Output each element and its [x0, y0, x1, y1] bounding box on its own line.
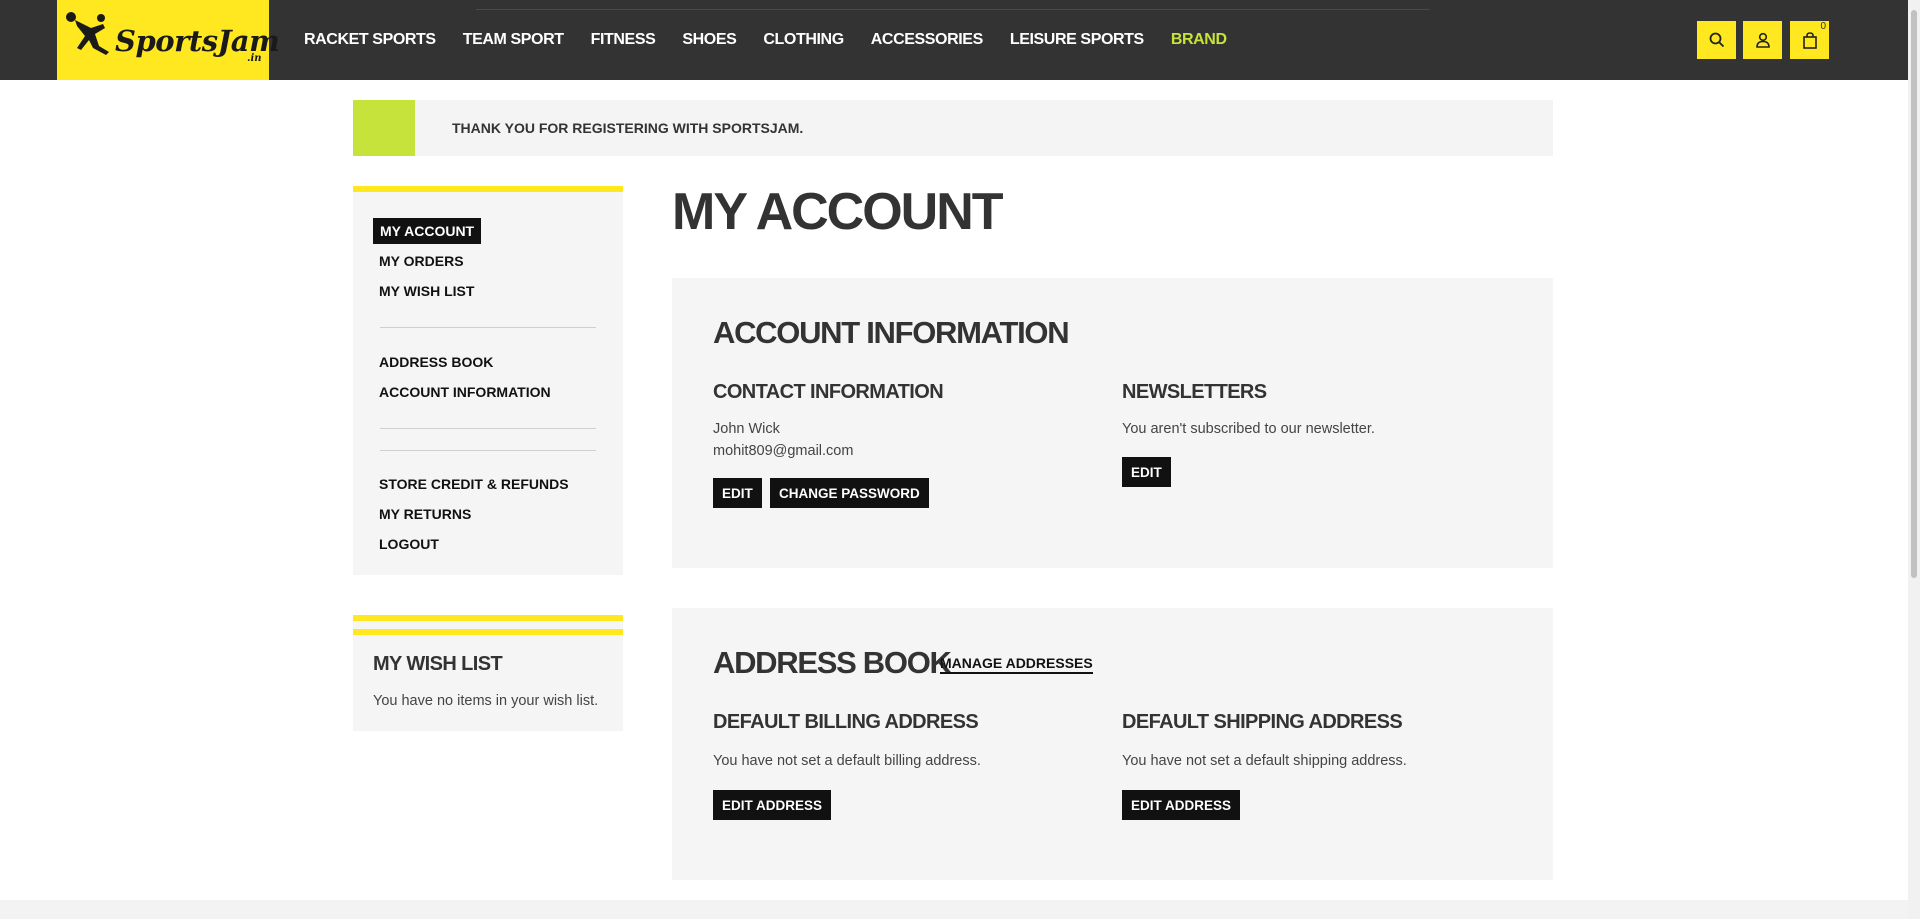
wishlist-widget: MY WISH LIST You have no items in your w… [353, 615, 623, 731]
account-sidebar: MY ACCOUNT MY ORDERS MY WISH LIST ADDRES… [353, 186, 623, 575]
nav-shoes[interactable]: SHOES [682, 31, 736, 49]
site-header: SportsJam .in RACKET SPORTS TEAM SPORT F… [0, 0, 1908, 80]
contact-email: mohit809@gmail.com [713, 443, 854, 459]
account-information-title: ACCOUNT INFORMATION [713, 315, 1070, 350]
sidebar-item-my-account[interactable]: MY ACCOUNT [373, 218, 482, 244]
page-title: MY ACCOUNT [672, 183, 1004, 241]
account-information-panel: ACCOUNT INFORMATION CONTACT INFORMATION … [672, 278, 1553, 568]
footer-strip [0, 900, 1908, 919]
wishlist-accent-stripe [353, 629, 623, 635]
newsletter-status-text: You aren't subscribed to our newsletter. [1122, 421, 1375, 437]
shipping-address-text: You have not set a default shipping addr… [1122, 753, 1407, 769]
edit-shipping-address-button[interactable]: EDIT ADDRESS [1122, 790, 1241, 820]
sidebar-item-address-book[interactable]: ADDRESS BOOK [379, 354, 493, 370]
page-scrollbar[interactable] [1908, 0, 1920, 919]
sidebar-item-my-wish-list[interactable]: MY WISH LIST [379, 283, 474, 299]
sidebar-divider [380, 428, 596, 429]
nav-fitness[interactable]: FITNESS [591, 31, 656, 49]
contact-information-title: CONTACT INFORMATION [713, 381, 944, 403]
change-password-button[interactable]: CHANGE PASSWORD [770, 478, 929, 508]
nav-team-sport[interactable]: TEAM SPORT [463, 31, 564, 49]
nav-leisure-sports[interactable]: LEISURE SPORTS [1010, 31, 1144, 49]
nav-clothing[interactable]: CLOTHING [763, 31, 844, 49]
sidebar-divider [380, 327, 596, 328]
newsletters-title: NEWSLETTERS [1122, 381, 1267, 403]
address-book-panel: ADDRESS BOOK MANAGE ADDRESSES DEFAULT BI… [672, 608, 1553, 880]
sidebar-item-logout[interactable]: LOGOUT [379, 536, 439, 552]
shopping-bag-icon [1802, 31, 1817, 49]
player-silhouette-icon [66, 12, 109, 55]
search-icon [1709, 32, 1724, 48]
success-message: Thank you for registering with SportsJam… [353, 100, 1553, 156]
scrollbar-thumb[interactable] [1911, 10, 1917, 578]
main-nav: RACKET SPORTS TEAM SPORT FITNESS SHOES C… [304, 0, 1254, 80]
search-button[interactable] [1697, 21, 1736, 59]
address-book-title: ADDRESS BOOK [713, 645, 952, 680]
edit-newsletter-button[interactable]: EDIT [1122, 457, 1171, 487]
default-shipping-address-title: DEFAULT SHIPPING ADDRESS [1122, 711, 1403, 733]
cart-count-badge: 0 [1818, 21, 1828, 32]
sidebar-item-my-orders[interactable]: MY ORDERS [379, 253, 464, 269]
logo-domain-suffix: .in [247, 53, 262, 64]
wishlist-empty-text: You have no items in your wish list. [373, 693, 599, 709]
cart-button[interactable]: 0 [1790, 21, 1829, 59]
nav-brand[interactable]: BRAND [1171, 31, 1227, 49]
user-icon [1755, 32, 1770, 48]
account-button[interactable] [1743, 21, 1782, 59]
sidebar-item-store-credit-refunds[interactable]: STORE CREDIT & REFUNDS [379, 476, 569, 492]
manage-addresses-link[interactable]: MANAGE ADDRESSES [940, 655, 1093, 674]
wishlist-accent-stripe [353, 615, 623, 621]
billing-address-text: You have not set a default billing addre… [713, 753, 981, 769]
wishlist-title: MY WISH LIST [373, 653, 503, 675]
edit-billing-address-button[interactable]: EDIT ADDRESS [713, 790, 832, 820]
contact-name: John Wick [713, 421, 780, 437]
success-message-text: Thank you for registering with SportsJam… [452, 120, 804, 136]
site-logo[interactable]: SportsJam .in [57, 0, 280, 80]
default-billing-address-title: DEFAULT BILLING ADDRESS [713, 711, 979, 733]
nav-accessories[interactable]: ACCESSORIES [871, 31, 983, 49]
sidebar-divider [380, 450, 596, 451]
edit-contact-button[interactable]: EDIT [713, 478, 762, 508]
sidebar-item-my-returns[interactable]: MY RETURNS [379, 506, 471, 522]
nav-racket-sports[interactable]: RACKET SPORTS [304, 31, 436, 49]
sidebar-item-account-information[interactable]: ACCOUNT INFORMATION [379, 384, 551, 400]
message-accent-bar [353, 100, 415, 156]
